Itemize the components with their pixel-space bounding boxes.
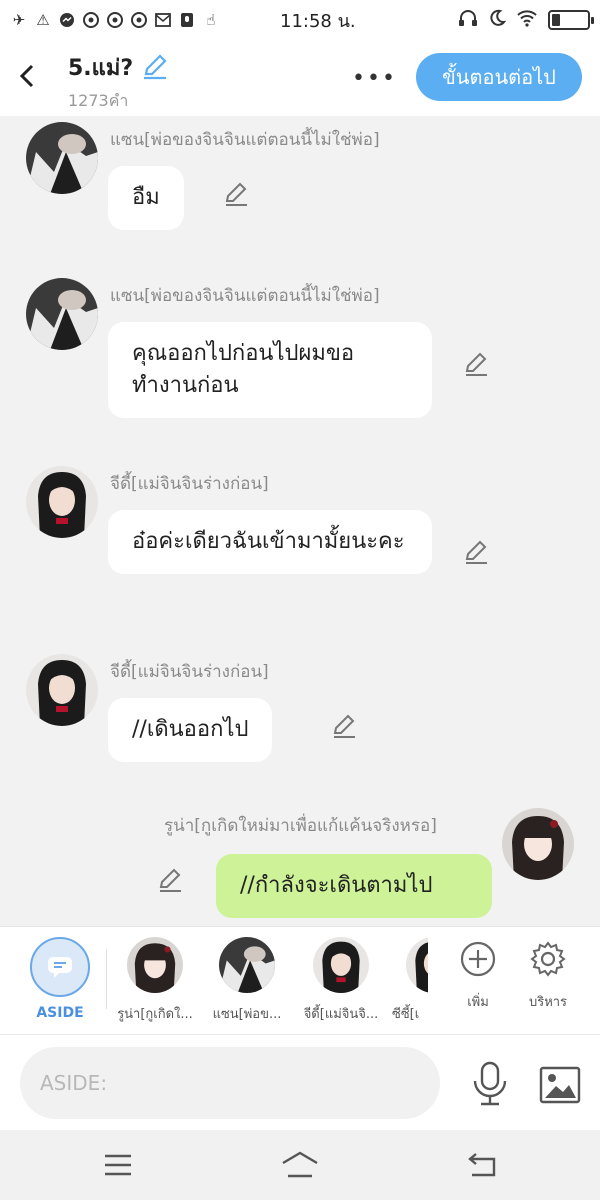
- message-bubble[interactable]: อืม: [108, 166, 184, 230]
- character-bar: ASIDE รูน่า[กูเกิดใ... แซน[พ่อข... จีดี้…: [0, 926, 600, 1034]
- status-time: 11:58 น.: [280, 10, 356, 32]
- message-bubble-mine[interactable]: //กำลังจะเดินตามไป: [216, 854, 492, 918]
- manage-button[interactable]: บริหาร: [518, 941, 578, 1012]
- add-label: เพิ่ม: [467, 995, 489, 1010]
- battery-icon: [548, 10, 594, 30]
- chat-header: 5.แม่? 1273คำ ••• ขั้นตอนต่อไป: [0, 40, 600, 116]
- character-name: จีดี้[แม่จินจิ...: [303, 1007, 379, 1022]
- gear-icon: [530, 941, 566, 977]
- input-bar: [0, 1034, 600, 1130]
- home-icon: [282, 1151, 318, 1178]
- aside-label: ASIDE: [36, 1005, 84, 1021]
- chat-message: แซน[พ่อของจินจินแต่ตอนนี้ไม่ใช่พ่อ] คุณอ…: [0, 274, 600, 434]
- edit-message-icon[interactable]: [462, 538, 490, 566]
- chevron-left-icon: [19, 64, 34, 88]
- mail-icon: [154, 11, 172, 29]
- character-chip[interactable]: รูน่า[กูเกิดใ...: [108, 937, 202, 1024]
- avatar: [406, 937, 428, 993]
- sender-name: รูน่า[กูเกิดใหม่มาเพื่อแก้แค้นจริงหรอ]: [164, 816, 437, 836]
- chat-message: แซน[พ่อของจินจินแต่ตอนนี้ไม่ใช่พ่อ] อืม: [0, 116, 600, 246]
- home-nav-button[interactable]: [280, 1148, 320, 1182]
- character-name: รูน่า[กูเกิดใ...: [117, 1007, 193, 1022]
- chat-message: จีดี้[แม่จินจินร่างก่อน] อ๋อค่ะเดียวฉันเ…: [0, 462, 600, 622]
- wifi-icon: [516, 9, 538, 32]
- microphone-button[interactable]: [470, 1061, 510, 1107]
- back-arrow-icon: [468, 1153, 496, 1177]
- edit-title-icon[interactable]: [141, 52, 169, 84]
- chat-area[interactable]: แซน[พ่อของจินจินแต่ตอนนี้ไม่ใช่พ่อ] อืม …: [0, 116, 600, 926]
- avatar: [219, 937, 275, 993]
- warning-icon: ⚠: [36, 11, 50, 29]
- aside-button[interactable]: [30, 937, 90, 997]
- avatar[interactable]: [26, 122, 98, 194]
- moon-icon: [488, 9, 507, 32]
- avatar[interactable]: [26, 466, 98, 538]
- avatar[interactable]: [26, 278, 98, 350]
- system-icons: [458, 9, 594, 32]
- microphone-icon: [473, 1061, 507, 1106]
- menu-nav-button[interactable]: [98, 1148, 138, 1182]
- headphones-icon: [458, 9, 478, 32]
- character-chip[interactable]: ซีซี้[เ: [388, 937, 428, 1024]
- notification-icons: ✈ ⚠ ☝: [10, 11, 240, 29]
- edit-message-icon[interactable]: [156, 866, 184, 894]
- next-step-button[interactable]: ขั้นตอนต่อไป: [416, 53, 582, 101]
- chrome-icon: [82, 11, 100, 29]
- avatar[interactable]: [502, 808, 574, 880]
- back-nav-button[interactable]: [462, 1148, 502, 1182]
- image-button[interactable]: [538, 1065, 582, 1105]
- aside-input[interactable]: [20, 1047, 440, 1119]
- status-bar: ✈ ⚠ ☝ 11:58 น.: [0, 0, 600, 40]
- sender-name: แซน[พ่อของจินจินแต่ตอนนี้ไม่ใช่พ่อ]: [110, 286, 380, 306]
- voice-note-icon: [178, 11, 196, 29]
- messenger-icon: [58, 11, 76, 29]
- tap-icon: ☝: [206, 11, 216, 29]
- chat-message: จีดี้[แม่จินจินร่างก่อน] //เดินออกไป: [0, 650, 600, 780]
- message-bubble[interactable]: คุณออกไปก่อนไปผมขอทำงานก่อน: [108, 322, 432, 418]
- chat-bubble-icon: [48, 957, 72, 978]
- message-bubble[interactable]: อ๋อค่ะเดียวฉันเข้ามามั้ยนะคะ: [108, 510, 432, 574]
- chrome-icon: [130, 11, 148, 29]
- avatar: [127, 937, 183, 993]
- menu-icon: [105, 1154, 131, 1176]
- add-character-button[interactable]: เพิ่ม: [448, 941, 508, 1012]
- edit-message-icon[interactable]: [222, 180, 250, 208]
- avatar[interactable]: [26, 654, 98, 726]
- more-options-button[interactable]: •••: [352, 66, 397, 91]
- airplane-icon: ✈: [12, 11, 26, 29]
- character-name: แซน[พ่อข...: [212, 1007, 282, 1022]
- message-bubble[interactable]: //เดินออกไป: [108, 698, 273, 762]
- edit-message-icon[interactable]: [462, 350, 490, 378]
- divider: [106, 949, 107, 1009]
- page-title: 5.แม่?: [68, 56, 134, 81]
- back-button[interactable]: [12, 58, 42, 94]
- edit-message-icon[interactable]: [330, 712, 358, 740]
- title-block: 5.แม่? 1273คำ: [68, 50, 169, 114]
- sender-name: จีดี้[แม่จินจินร่างก่อน]: [110, 662, 269, 682]
- plus-circle-icon: [460, 941, 496, 977]
- sender-name: แซน[พ่อของจินจินแต่ตอนนี้ไม่ใช่พ่อ]: [110, 130, 380, 150]
- character-name: ซีซี้[เ: [392, 1007, 420, 1022]
- avatar: [313, 937, 369, 993]
- chrome-icon: [106, 11, 124, 29]
- image-icon: [539, 1066, 581, 1104]
- word-count: 1273คำ: [68, 91, 129, 110]
- manage-label: บริหาร: [528, 995, 568, 1010]
- chat-message: รูน่า[กูเกิดใหม่มาเพื่อแก้แค้นจริงหรอ] /…: [0, 800, 600, 926]
- character-chip[interactable]: แซน[พ่อข...: [200, 937, 294, 1024]
- system-nav-bar: [0, 1130, 600, 1200]
- sender-name: จีดี้[แม่จินจินร่างก่อน]: [110, 474, 269, 494]
- character-chip[interactable]: จีดี้[แม่จินจิ...: [294, 937, 388, 1024]
